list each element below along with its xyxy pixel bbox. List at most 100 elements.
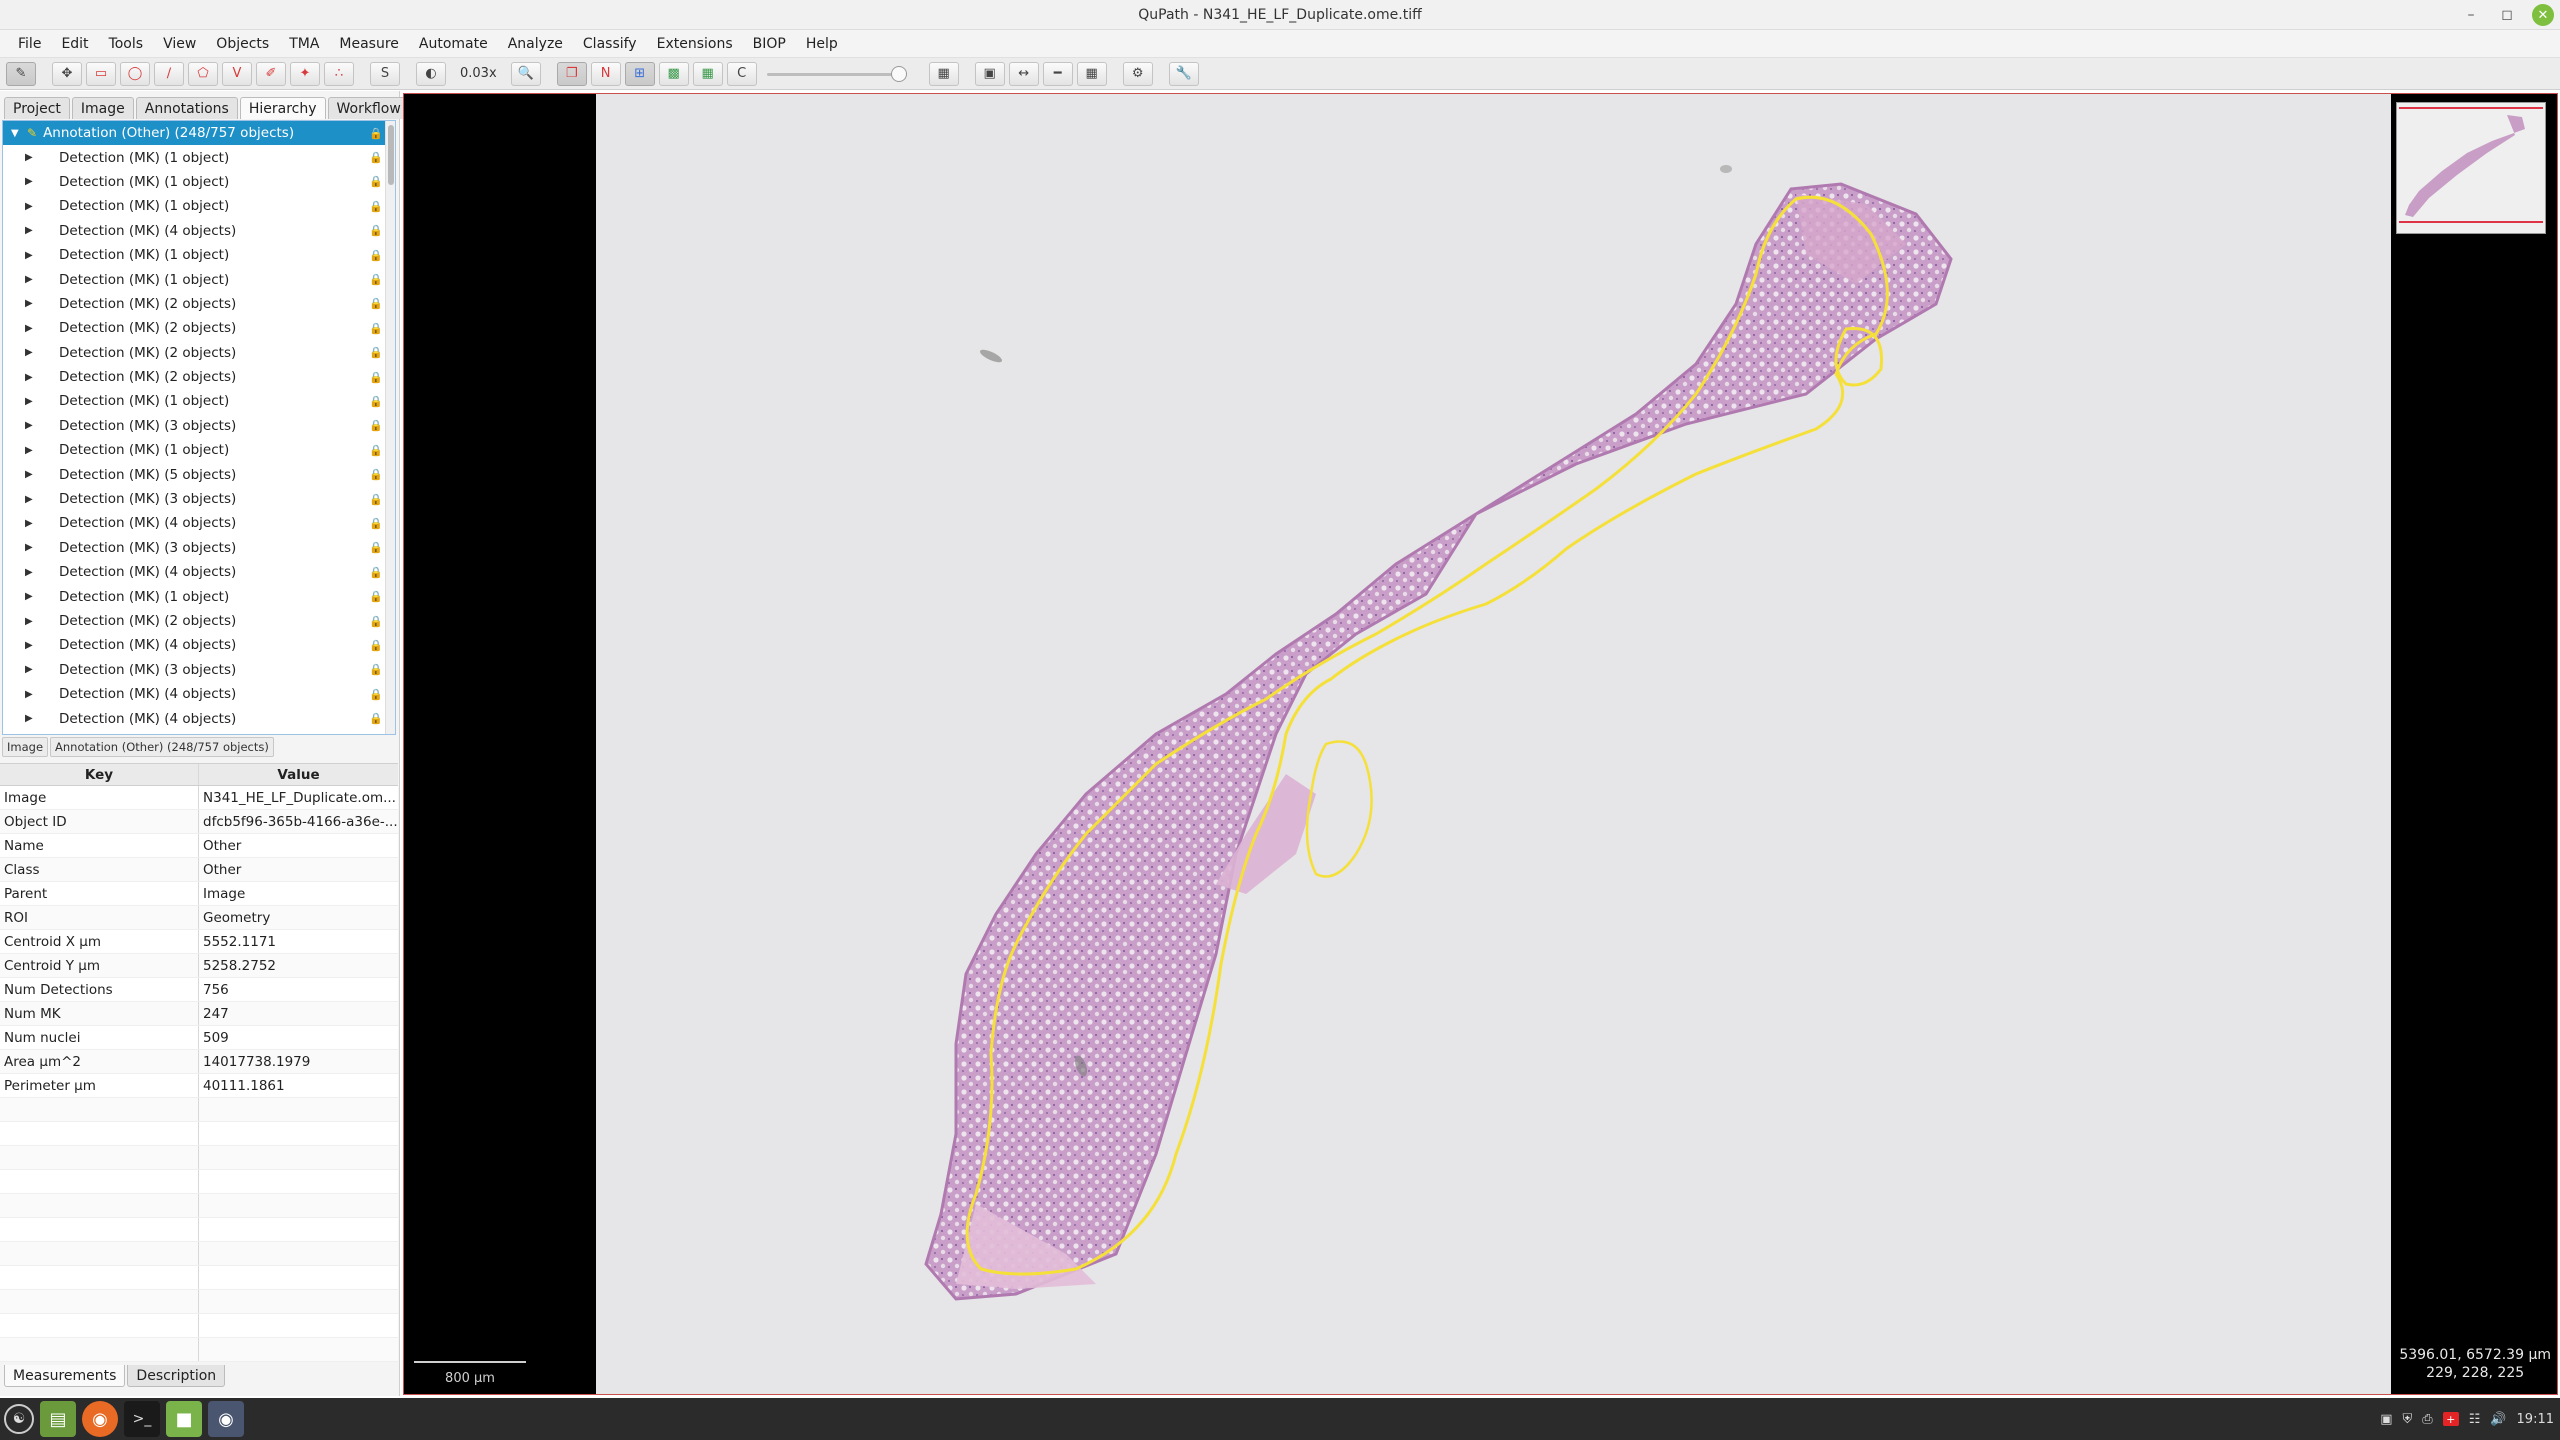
- tree-item-detection[interactable]: ▶ Detection (MK) (2 objects) 🔒: [3, 365, 395, 389]
- volume-icon[interactable]: 🔊: [2490, 1412, 2506, 1427]
- table-row[interactable]: Num MK 247: [0, 1002, 398, 1026]
- menu-biop[interactable]: BIOP: [743, 36, 796, 52]
- tree-item-detection[interactable]: ▶ Detection (MK) (2 objects) 🔒: [3, 609, 395, 633]
- tab-annotations[interactable]: Annotations: [135, 97, 238, 119]
- table-row[interactable]: Perimeter µm 40111.1861: [0, 1074, 398, 1098]
- tree-root-annotation[interactable]: ▼ ✎ Annotation (Other) (248/757 objects)…: [3, 121, 395, 146]
- lock-icon[interactable]: 🔒: [369, 493, 383, 506]
- shield-icon[interactable]: ⛨: [2403, 1412, 2413, 1427]
- tab-workflow[interactable]: Workflow: [327, 97, 410, 119]
- expand-arrow-icon[interactable]: ▶: [25, 445, 39, 456]
- tree-item-detection[interactable]: ▶ Detection (MK) (3 objects) 🔒: [3, 414, 395, 438]
- tree-item-detection[interactable]: ▶ Detection (MK) (1 object) 🔒: [3, 267, 395, 291]
- lock-icon[interactable]: 🔒: [369, 566, 383, 579]
- table-row[interactable]: Image N341_HE_LF_Duplicate.om...: [0, 786, 398, 810]
- menu-analyze[interactable]: Analyze: [498, 36, 573, 52]
- clock[interactable]: 19:11: [2517, 1412, 2554, 1427]
- tree-item-detection[interactable]: ▶ Detection (MK) (4 objects) 🔒: [3, 706, 395, 730]
- lock-icon[interactable]: 🔒: [369, 224, 383, 237]
- table-row[interactable]: Area µm^2 14017738.1979: [0, 1050, 398, 1074]
- lock-icon[interactable]: 🔒: [369, 127, 383, 140]
- expand-arrow-icon[interactable]: ▶: [25, 176, 39, 187]
- expand-arrow-icon[interactable]: ▶: [25, 591, 39, 602]
- lock-icon[interactable]: 🔒: [369, 249, 383, 262]
- lock-icon[interactable]: 🔒: [369, 346, 383, 359]
- log-icon[interactable]: 🔧: [1168, 61, 1199, 86]
- expand-arrow-icon[interactable]: ▶: [25, 298, 39, 309]
- table-row[interactable]: Num Detections 756: [0, 978, 398, 1002]
- firefox-icon[interactable]: ◉: [82, 1401, 118, 1437]
- value-column-header[interactable]: Value: [199, 764, 398, 785]
- tree-item-detection[interactable]: ▶ Detection (MK) (2 objects) 🔒: [3, 316, 395, 340]
- table-row[interactable]: Num nuclei 509: [0, 1026, 398, 1050]
- expand-arrow-icon[interactable]: ▶: [25, 225, 39, 236]
- menu-tma[interactable]: TMA: [279, 36, 329, 52]
- menu-view[interactable]: View: [153, 36, 206, 52]
- show-names-button[interactable]: N: [590, 61, 621, 86]
- expand-arrow-icon[interactable]: ▶: [25, 518, 39, 529]
- tab-image[interactable]: Image: [71, 97, 134, 119]
- table-row[interactable]: Centroid X µm 5552.1171: [0, 930, 398, 954]
- tab-measurements[interactable]: Measurements: [4, 1365, 126, 1387]
- tree-item-detection[interactable]: ▶ Detection (MK) (1 object) 🔒: [3, 584, 395, 608]
- maximize-icon[interactable]: ◻: [2496, 4, 2518, 26]
- lock-icon[interactable]: 🔒: [369, 395, 383, 408]
- lock-icon[interactable]: 🔒: [369, 663, 383, 676]
- slide-image[interactable]: [596, 94, 2391, 1394]
- opacity-slider[interactable]: [766, 62, 907, 86]
- files-icon[interactable]: ▤: [40, 1401, 76, 1437]
- lock-icon[interactable]: 🔒: [369, 175, 383, 188]
- expand-arrow-icon[interactable]: ▶: [25, 713, 39, 724]
- show-connections-button[interactable]: C: [726, 61, 757, 86]
- mint-menu-icon[interactable]: ☯: [4, 1404, 34, 1434]
- zoom-to-fit-icon[interactable]: 🔍: [510, 61, 541, 86]
- show-analysis-pane-icon[interactable]: ✎: [6, 61, 36, 86]
- lock-icon[interactable]: 🔒: [369, 151, 383, 164]
- line-tool-icon[interactable]: ∕: [154, 61, 184, 86]
- polyline-tool-icon[interactable]: V: [222, 61, 252, 86]
- tab-description[interactable]: Description: [127, 1365, 226, 1387]
- tree-item-detection[interactable]: ▶ Detection (MK) (3 objects) 🔒: [3, 658, 395, 682]
- expand-arrow-icon[interactable]: ▶: [25, 689, 39, 700]
- network-icon[interactable]: ☷: [2469, 1412, 2481, 1427]
- tree-item-detection[interactable]: ▶ Detection (MK) (4 objects) 🔒: [3, 511, 395, 535]
- menu-help[interactable]: Help: [796, 36, 848, 52]
- image-viewer[interactable]: 800 µm 5396.01, 6572.39 µm 229, 228, 225: [403, 93, 2558, 1395]
- table-row[interactable]: Class Other: [0, 858, 398, 882]
- menu-objects[interactable]: Objects: [206, 36, 279, 52]
- tab-project[interactable]: Project: [4, 97, 70, 119]
- show-overview-icon[interactable]: ▣: [974, 61, 1005, 86]
- show-cursor-location-icon[interactable]: ↔: [1008, 61, 1039, 86]
- table-row[interactable]: Object ID dfcb5f96-365b-4166-a36e-...: [0, 810, 398, 834]
- overview-viewport[interactable]: [2399, 107, 2543, 223]
- collapse-arrow-icon[interactable]: ▼: [11, 128, 25, 139]
- lock-icon[interactable]: 🔒: [369, 322, 383, 335]
- tree-item-detection[interactable]: ▶ Detection (MK) (1 object) 🔒: [3, 438, 395, 462]
- menu-file[interactable]: File: [8, 36, 51, 52]
- show-scalebar-icon[interactable]: ━: [1042, 61, 1073, 86]
- breadcrumb-image[interactable]: Image: [2, 737, 49, 757]
- lock-icon[interactable]: 🔒: [369, 517, 383, 530]
- lock-icon[interactable]: 🔒: [369, 688, 383, 701]
- expand-arrow-icon[interactable]: ▶: [25, 542, 39, 553]
- rectangle-tool-icon[interactable]: ▭: [86, 61, 116, 86]
- breadcrumb-annotation[interactable]: Annotation (Other) (248/757 objects): [50, 737, 274, 757]
- menu-measure[interactable]: Measure: [329, 36, 409, 52]
- tree-item-detection[interactable]: ▶ Detection (MK) (5 objects) 🔒: [3, 462, 395, 486]
- tree-item-detection[interactable]: ▶ Detection (MK) (3 objects) 🔒: [3, 487, 395, 511]
- expand-arrow-icon[interactable]: ▶: [25, 201, 39, 212]
- notification-icon[interactable]: ▣: [2380, 1412, 2392, 1427]
- tree-item-detection[interactable]: ▶ Detection (MK) (3 objects) 🔒: [3, 536, 395, 560]
- tree-scrollbar[interactable]: [385, 121, 395, 734]
- polygon-tool-icon[interactable]: ⬠: [188, 61, 218, 86]
- expand-arrow-icon[interactable]: ▶: [25, 420, 39, 431]
- menu-classify[interactable]: Classify: [573, 36, 647, 52]
- show-annotations-icon[interactable]: ❐: [556, 61, 587, 86]
- lock-icon[interactable]: 🔒: [369, 712, 383, 725]
- expand-arrow-icon[interactable]: ▶: [25, 664, 39, 675]
- brightness-contrast-icon[interactable]: ◐: [416, 61, 446, 86]
- points-tool-icon[interactable]: ∴: [324, 61, 354, 86]
- table-row[interactable]: Centroid Y µm 5258.2752: [0, 954, 398, 978]
- expand-arrow-icon[interactable]: ▶: [25, 372, 39, 383]
- menu-tools[interactable]: Tools: [99, 36, 154, 52]
